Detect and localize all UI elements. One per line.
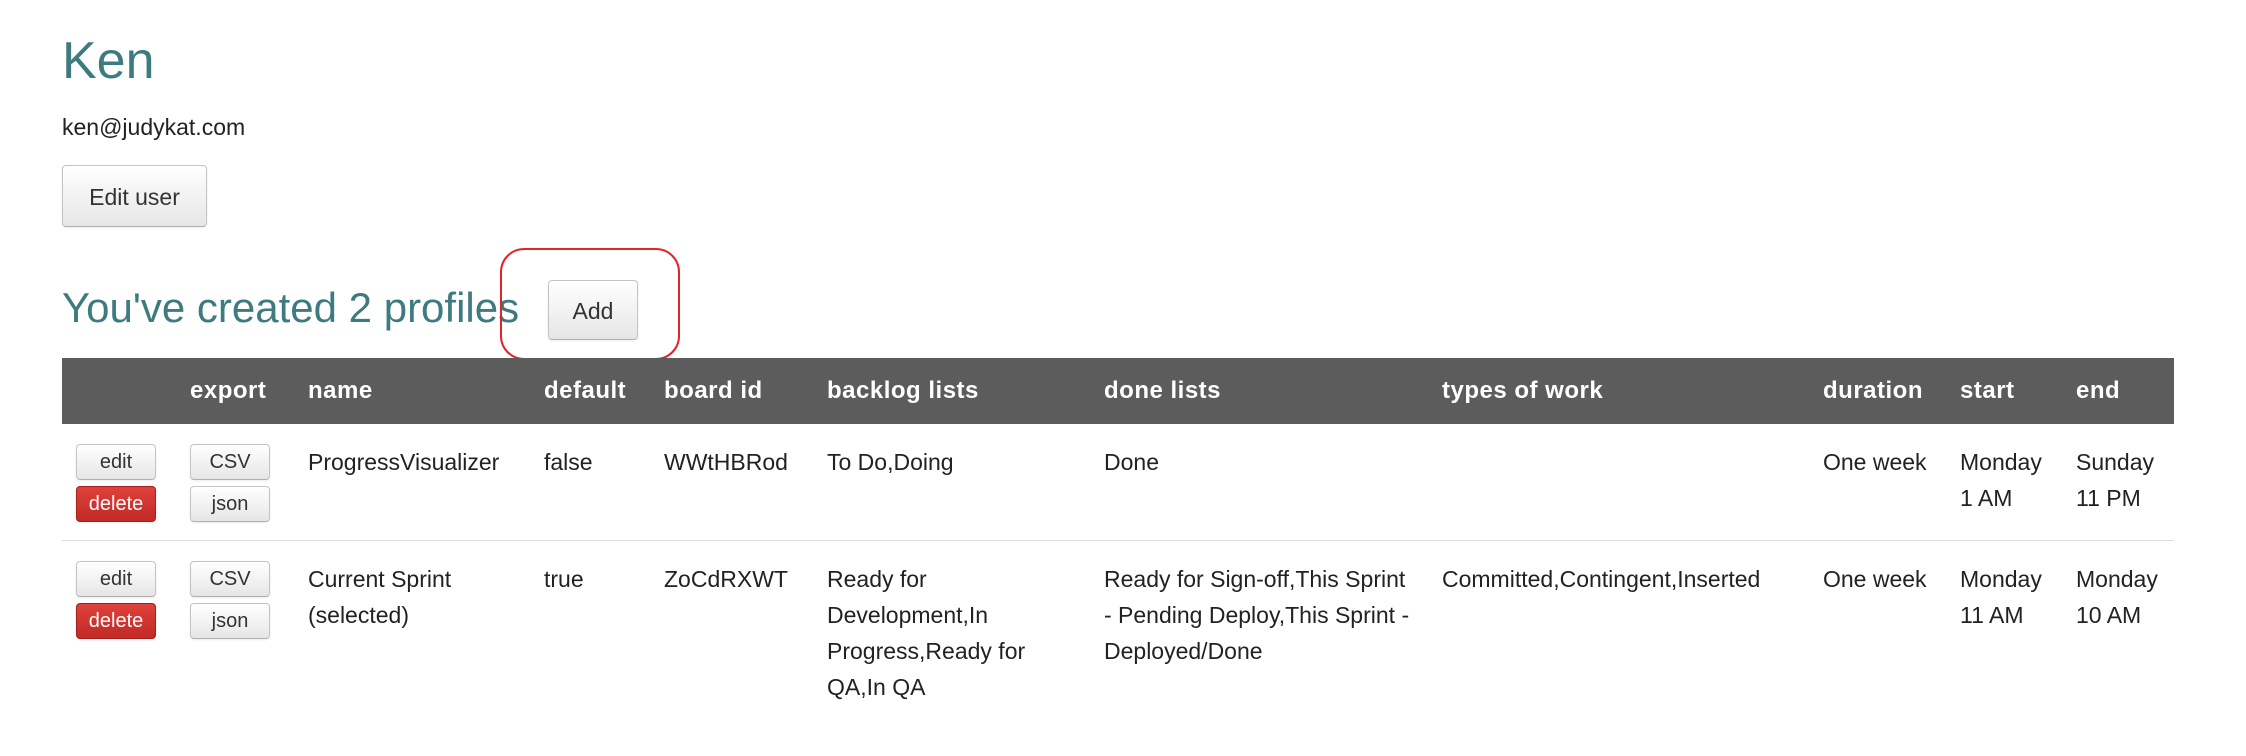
- cell-default: true: [544, 566, 584, 592]
- header-types-of-work: types of work: [1430, 358, 1811, 424]
- header-backlog-lists: backlog lists: [815, 358, 1092, 424]
- user-name-heading: Ken: [62, 32, 155, 90]
- cell-duration: One week: [1823, 566, 1927, 592]
- header-end: end: [2064, 358, 2174, 424]
- cell-done-lists: Done: [1104, 449, 1159, 475]
- header-default: default: [532, 358, 652, 424]
- edit-profile-button[interactable]: edit: [76, 561, 156, 597]
- row-export: CSV json: [178, 541, 296, 718]
- row-actions: edit delete: [62, 424, 178, 541]
- export-json-button[interactable]: json: [190, 603, 270, 639]
- header-duration: duration: [1811, 358, 1948, 424]
- header-start: start: [1948, 358, 2064, 424]
- row-actions: edit delete: [62, 541, 178, 718]
- export-json-button[interactable]: json: [190, 486, 270, 522]
- cell-name: ProgressVisualizer: [308, 449, 500, 475]
- header-export: export: [178, 358, 296, 424]
- user-email: ken@judykat.com: [62, 114, 246, 140]
- export-csv-button[interactable]: CSV: [190, 444, 270, 480]
- profiles-heading: You've created 2 profiles: [62, 284, 520, 331]
- cell-backlog-lists: To Do,Doing: [827, 449, 954, 475]
- row-export: CSV json: [178, 424, 296, 541]
- cell-backlog-lists: Ready for Development,In Progress,Ready …: [827, 566, 1026, 700]
- export-csv-button[interactable]: CSV: [190, 561, 270, 597]
- add-profile-button[interactable]: Add: [548, 280, 638, 340]
- header-actions: [62, 358, 178, 424]
- edit-profile-button[interactable]: edit: [76, 444, 156, 480]
- edit-user-button[interactable]: Edit user: [62, 165, 207, 227]
- cell-name: Current Sprint (selected): [308, 566, 452, 628]
- delete-profile-button[interactable]: delete: [76, 603, 156, 639]
- cell-types-of-work: [1430, 424, 1811, 541]
- cell-start: Monday 1 AM: [1960, 449, 2042, 511]
- cell-types-of-work: Committed,Contingent,Inserted: [1442, 566, 1761, 592]
- cell-board-id: WWtHBRod: [664, 449, 788, 475]
- cell-board-id: ZoCdRXWT: [664, 566, 788, 592]
- cell-end: Monday 10 AM: [2076, 566, 2158, 628]
- header-board-id: board id: [652, 358, 815, 424]
- cell-duration: One week: [1823, 449, 1927, 475]
- header-name: name: [296, 358, 532, 424]
- header-done-lists: done lists: [1092, 358, 1430, 424]
- profiles-table: export name default board id backlog lis…: [62, 358, 2174, 717]
- table-header-row: export name default board id backlog lis…: [62, 358, 2174, 424]
- table-row: edit delete CSV json Current Sprint (sel…: [62, 541, 2174, 718]
- cell-start: Monday 11 AM: [1960, 566, 2042, 628]
- cell-done-lists: Ready for Sign-off,This Sprint - Pending…: [1104, 566, 1410, 664]
- delete-profile-button[interactable]: delete: [76, 486, 156, 522]
- cell-default: false: [544, 449, 593, 475]
- cell-end: Sunday 11 PM: [2076, 449, 2155, 511]
- user-profile-page: Ken ken@judykat.com Edit user You've cre…: [0, 0, 2246, 756]
- table-row: edit delete CSV json ProgressVisualizer …: [62, 424, 2174, 541]
